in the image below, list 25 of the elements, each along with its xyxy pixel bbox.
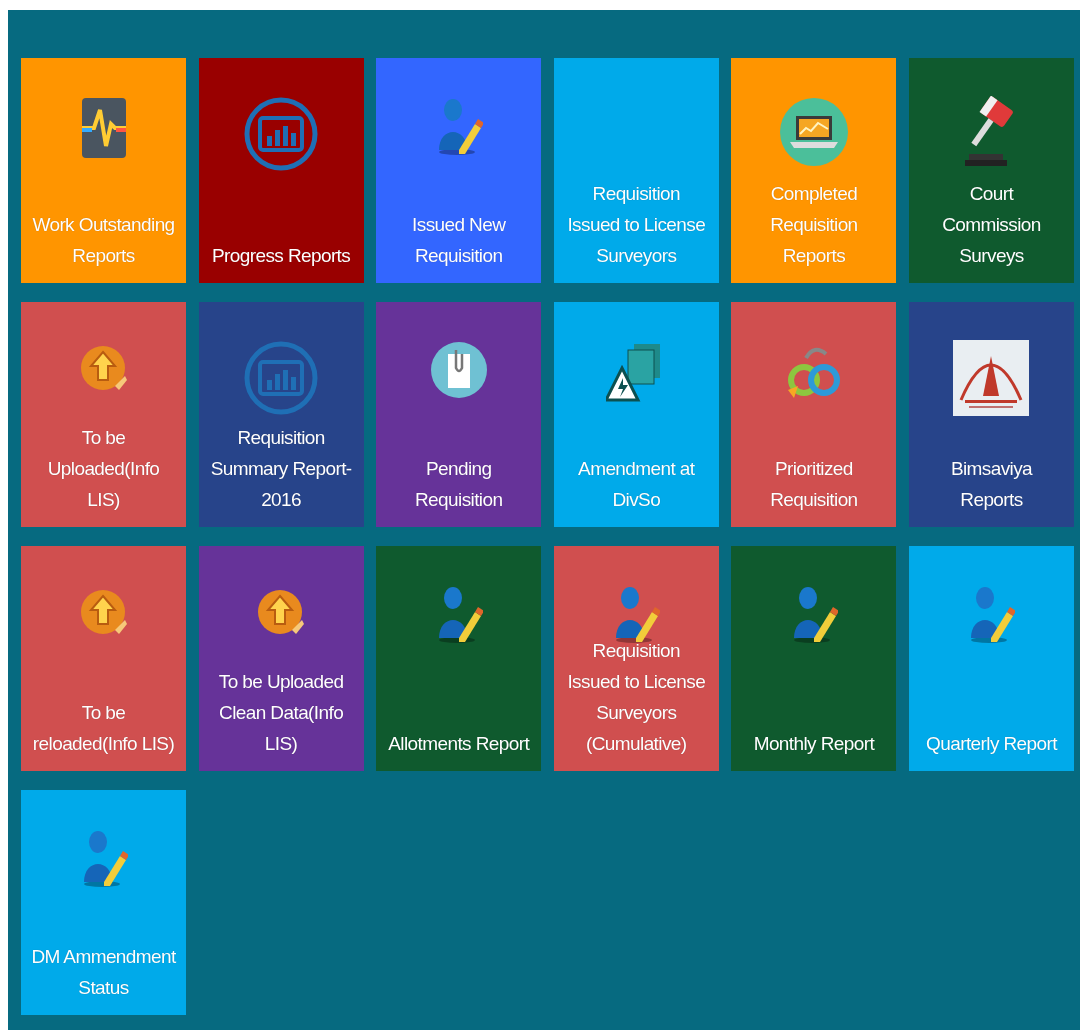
report-tile[interactable]: Issued New Requisition [376, 58, 542, 283]
report-tile[interactable]: Amendment at DivSo [553, 302, 719, 527]
pulse-monitor-icon [79, 96, 128, 160]
paperclip-note-icon [428, 340, 489, 400]
report-tile[interactable]: To be reloaded(Info LIS) [21, 546, 186, 771]
report-tile[interactable]: Requisition Summary Report- 2016 [198, 302, 364, 527]
laptop-chart-icon [777, 96, 850, 168]
report-tile[interactable]: Allotments Report [376, 546, 542, 771]
report-tile[interactable]: Work Outstanding Reports [21, 58, 186, 283]
report-tile[interactable]: Monthly Report [731, 546, 897, 771]
report-tile[interactable]: DM Ammendment Status [21, 790, 186, 1015]
report-tile[interactable]: To be Uploaded(Info LIS) [21, 302, 186, 527]
report-tile[interactable]: Requisition Issued to License Surveyors (Cumulative) [553, 546, 719, 771]
report-tile[interactable]: Prioritized Requisition [731, 302, 897, 527]
report-tile[interactable]: To be Uploaded Clean Data(Info LIS) [198, 546, 364, 771]
chart-circle-icon [243, 340, 320, 416]
report-tile[interactable]: Requisition Issued to License Surveyors [553, 58, 719, 283]
report-tile[interactable]: Court Commission Surveys [908, 58, 1074, 283]
report-tile[interactable]: Progress Reports [198, 58, 364, 283]
chart-circle-icon [243, 96, 320, 172]
report-tile[interactable]: Bimsaviya Reports [908, 302, 1074, 527]
emblem-logo-icon [953, 340, 1030, 416]
report-tile[interactable]: Pending Requisition [376, 302, 542, 527]
report-tile[interactable]: Quarterly Report [908, 546, 1074, 771]
report-tile[interactable]: Completed Requisition Reports [731, 58, 897, 283]
